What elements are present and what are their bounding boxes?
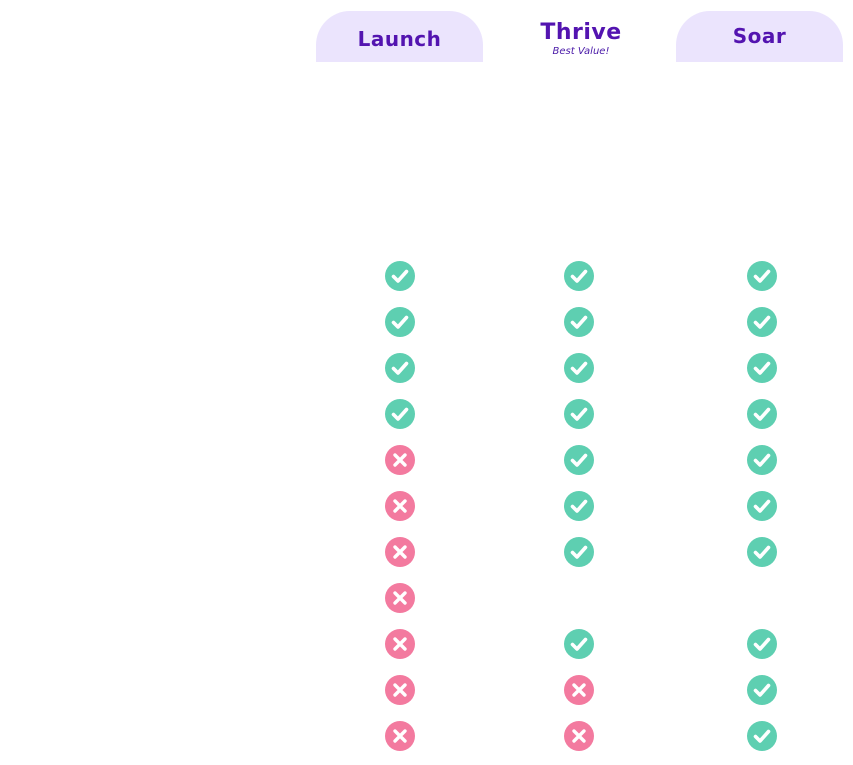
cross-icon: [385, 583, 415, 613]
feature-cell-thrive: [564, 307, 594, 337]
check-icon: [564, 353, 594, 383]
feature-cell-launch: [385, 399, 415, 429]
feature-comparison-table: [0, 253, 853, 759]
check-icon: [747, 261, 777, 291]
feature-cell-soar: [747, 721, 777, 751]
feature-cell-thrive: [564, 261, 594, 291]
plan-name: Thrive: [540, 20, 622, 45]
feature-cell-thrive: [564, 583, 594, 613]
cross-icon: [385, 721, 415, 751]
cross-icon: [564, 721, 594, 751]
feature-cell-launch: [385, 445, 415, 475]
check-icon: [747, 399, 777, 429]
check-icon: [564, 537, 594, 567]
plan-header-thrive: Thrive Best Value!: [497, 13, 665, 64]
check-icon: [747, 353, 777, 383]
check-icon: [747, 721, 777, 751]
feature-cell-soar: [747, 537, 777, 567]
feature-row: [0, 253, 853, 299]
cross-icon: [564, 675, 594, 705]
feature-cell-launch: [385, 629, 415, 659]
check-icon: [385, 261, 415, 291]
check-icon: [564, 261, 594, 291]
feature-row: [0, 299, 853, 345]
feature-row: [0, 621, 853, 667]
feature-cell-thrive: [564, 629, 594, 659]
feature-row: [0, 575, 853, 621]
feature-cell-launch: [385, 721, 415, 751]
cross-icon: [385, 675, 415, 705]
feature-row: [0, 713, 853, 759]
feature-row: [0, 437, 853, 483]
check-icon: [564, 629, 594, 659]
feature-cell-thrive: [564, 721, 594, 751]
feature-cell-thrive: [564, 537, 594, 567]
feature-cell-thrive: [564, 491, 594, 521]
check-icon: [385, 399, 415, 429]
check-icon: [747, 445, 777, 475]
feature-row: [0, 391, 853, 437]
feature-cell-soar: [747, 353, 777, 383]
feature-cell-soar: [747, 629, 777, 659]
plan-header-soar: Soar: [676, 11, 843, 62]
check-icon: [385, 307, 415, 337]
feature-cell-launch: [385, 491, 415, 521]
feature-cell-launch: [385, 537, 415, 567]
plan-header-launch: Launch: [316, 11, 483, 62]
feature-cell-thrive: [564, 353, 594, 383]
feature-cell-soar: [747, 491, 777, 521]
feature-cell-launch: [385, 353, 415, 383]
check-icon: [747, 629, 777, 659]
feature-cell-launch: [385, 675, 415, 705]
feature-row: [0, 483, 853, 529]
feature-row: [0, 529, 853, 575]
plan-name: Soar: [732, 23, 787, 48]
feature-cell-launch: [385, 583, 415, 613]
feature-cell-soar: [747, 583, 777, 613]
feature-cell-soar: [747, 399, 777, 429]
feature-cell-thrive: [564, 675, 594, 705]
check-icon: [747, 491, 777, 521]
feature-cell-thrive: [564, 445, 594, 475]
check-icon: [564, 307, 594, 337]
check-icon: [747, 675, 777, 705]
feature-cell-soar: [747, 307, 777, 337]
feature-cell-thrive: [564, 399, 594, 429]
feature-cell-launch: [385, 261, 415, 291]
check-icon: [564, 445, 594, 475]
cross-icon: [385, 537, 415, 567]
feature-row: [0, 667, 853, 713]
check-icon: [564, 491, 594, 521]
check-icon: [747, 307, 777, 337]
cross-icon: [385, 629, 415, 659]
cross-icon: [385, 445, 415, 475]
best-value-badge: Best Value!: [552, 46, 610, 57]
feature-cell-soar: [747, 445, 777, 475]
check-icon: [564, 399, 594, 429]
feature-cell-launch: [385, 307, 415, 337]
feature-cell-soar: [747, 675, 777, 705]
check-icon: [385, 353, 415, 383]
feature-cell-soar: [747, 261, 777, 291]
check-icon: [747, 537, 777, 567]
plan-name: Launch: [357, 26, 442, 51]
cross-icon: [385, 491, 415, 521]
feature-row: [0, 345, 853, 391]
